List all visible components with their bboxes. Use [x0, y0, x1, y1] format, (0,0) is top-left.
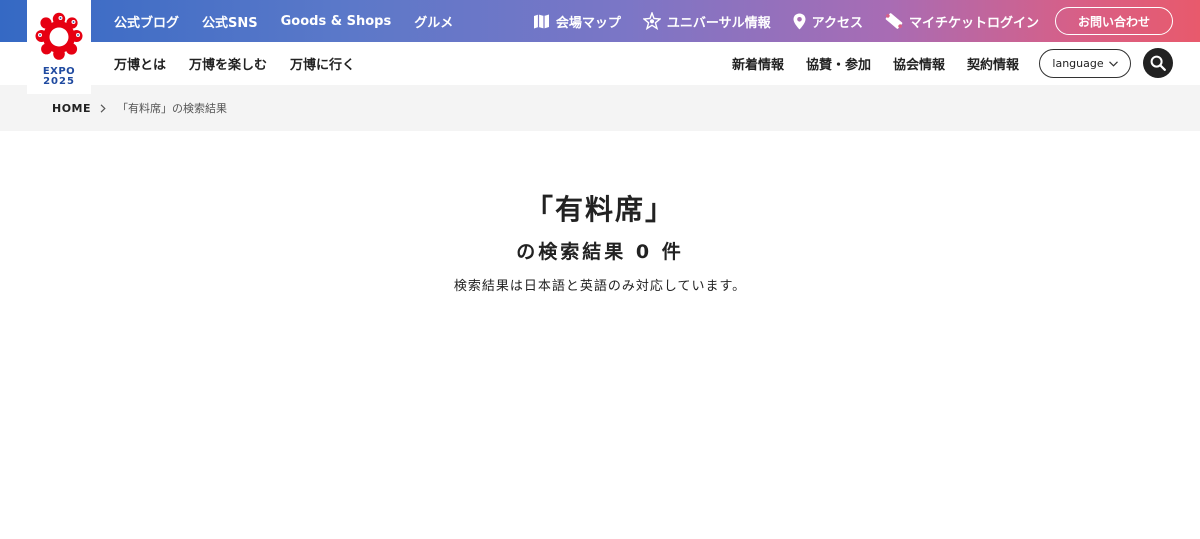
top-left-nav: 公式ブログ 公式SNS Goods & Shops グルメ — [114, 0, 476, 42]
contact-button[interactable]: お問い合わせ — [1055, 7, 1173, 35]
expo-logo-emblem-icon — [35, 12, 83, 60]
search-language-note: 検索結果は日本語と英語のみ対応しています。 — [453, 279, 747, 294]
search-results: 「有料席」 の検索結果 0 件 検索結果は日本語と英語のみ対応しています。 — [0, 190, 1200, 297]
nav-enjoy-expo-link[interactable]: 万博を楽しむ — [189, 54, 267, 73]
chevron-right-icon — [100, 103, 106, 113]
top-right-nav: 会場マップ ユニバーサル情報 アクセス マイチケットログイン お問い合わせ — [511, 0, 1173, 42]
nav-goods-shops-link[interactable]: Goods & Shops — [281, 14, 392, 29]
breadcrumb-bar: HOME 「有料席」の検索結果 — [0, 85, 1200, 131]
search-result-count: の検索結果 0 件 — [516, 241, 684, 263]
nav-association-info-link[interactable]: 協会情報 — [893, 54, 945, 73]
universal-icon — [642, 12, 661, 30]
map-icon — [533, 14, 549, 28]
nav-visit-expo-link[interactable]: 万博に行く — [290, 54, 355, 73]
venue-map-link[interactable]: 会場マップ — [533, 12, 621, 31]
nav-contract-info-link[interactable]: 契約情報 — [967, 54, 1019, 73]
universal-info-label: ユニバーサル情報 — [666, 15, 771, 31]
access-label: アクセス — [811, 15, 863, 31]
language-label: language — [1052, 57, 1104, 70]
language-selector[interactable]: language — [1039, 49, 1131, 78]
my-ticket-login-link[interactable]: マイチケットログイン — [885, 12, 1039, 31]
search-query-heading: 「有料席」 — [524, 193, 675, 226]
nav-official-sns-link[interactable]: 公式SNS — [202, 12, 258, 31]
nav-sponsor-participate-link[interactable]: 協賛・参加 — [806, 54, 871, 73]
search-icon — [1150, 55, 1166, 71]
search-button[interactable] — [1143, 48, 1173, 78]
top-bar: 公式ブログ 公式SNS Goods & Shops グルメ 会場マップ ユニバー… — [0, 0, 1200, 42]
breadcrumb-current: 「有料席」の検索結果 — [117, 102, 228, 115]
nav-official-blog-link[interactable]: 公式ブログ — [114, 12, 179, 31]
venue-map-label: 会場マップ — [555, 15, 621, 31]
ticket-icon — [885, 13, 903, 29]
location-pin-icon — [793, 13, 806, 29]
universal-info-link[interactable]: ユニバーサル情報 — [642, 12, 771, 31]
main-nav: 万博とは 万博を楽しむ 万博に行く 新着情報 協賛・参加 協会情報 契約情報 — [0, 42, 1200, 85]
my-ticket-login-label: マイチケットログイン — [908, 15, 1039, 31]
access-link[interactable]: アクセス — [793, 12, 863, 31]
nav-gourmet-link[interactable]: グルメ — [414, 12, 453, 31]
expo-2025-logo[interactable]: EXPO 2025 — [27, 0, 91, 94]
nav-about-expo-link[interactable]: 万博とは — [114, 54, 166, 73]
chevron-down-icon — [1108, 60, 1118, 67]
logo-year-text: 2025 — [43, 76, 75, 87]
nav-news-link[interactable]: 新着情報 — [732, 54, 784, 73]
breadcrumb-home-link[interactable]: HOME — [52, 102, 91, 115]
